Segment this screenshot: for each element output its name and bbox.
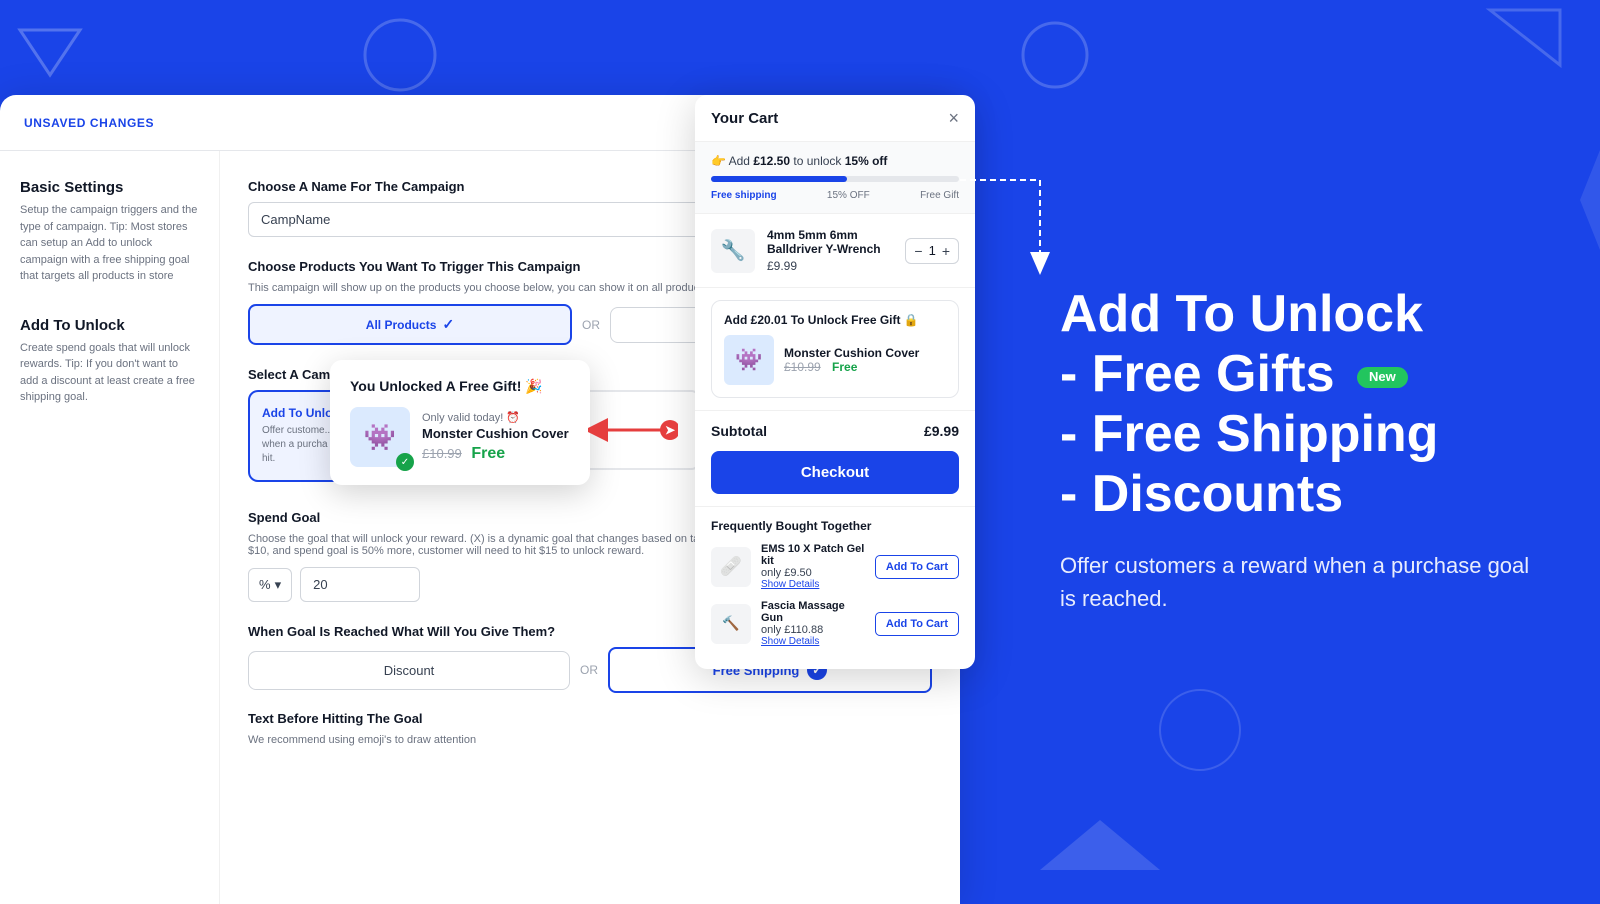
cart-item-info-0: 4mm 5mm 6mm Balldriver Y-Wrench £9.99 — [767, 228, 893, 273]
cart-title: Your Cart — [711, 110, 778, 127]
progress-section: 👉 Add £12.50 to unlock 15% off Free ship… — [695, 142, 975, 214]
progress-label-1: 15% OFF — [827, 190, 870, 201]
progress-suffix: to unlock — [793, 154, 841, 168]
title-line3: - Free Shipping — [1060, 405, 1438, 463]
cart-header: Your Cart × — [695, 95, 975, 142]
sidebar-basic-text: Setup the campaign triggers and the type… — [20, 202, 199, 285]
progress-bar-fill — [711, 176, 847, 182]
gift-popup-title: You Unlocked A Free Gift! 🎉 — [350, 378, 570, 395]
freq-img-1: 🔨 — [711, 604, 751, 644]
gift-image: 👾 — [724, 335, 774, 385]
freq-price-0: only £9.50 — [761, 567, 865, 579]
sidebar-basic-settings: Basic Settings Setup the campaign trigge… — [20, 179, 199, 285]
sidebar: Basic Settings Setup the campaign trigge… — [0, 151, 220, 904]
gift-popup-price: £10.99 Free — [422, 445, 569, 463]
gift-popup: You Unlocked A Free Gift! 🎉 👾 ✓ Only val… — [330, 360, 590, 485]
freq-img-0: 🩹 — [711, 547, 751, 587]
freq-name-0: EMS 10 X Patch Gel kit — [761, 543, 865, 567]
freq-item-0: 🩹 EMS 10 X Patch Gel kit only £9.50 Show… — [711, 543, 959, 590]
freq-add-1[interactable]: Add To Cart — [875, 612, 959, 636]
all-products-button[interactable]: All Products ✓ — [248, 304, 572, 345]
frequently-title: Frequently Bought Together — [711, 519, 959, 533]
qty-value-0: 1 — [929, 243, 936, 258]
title-line1: Add To Unlock — [1060, 285, 1423, 343]
gift-popup-item: 👾 ✓ Only valid today! ⏰ Monster Cushion … — [350, 407, 570, 467]
sidebar-unlock-text: Create spend goals that will unlock rewa… — [20, 340, 199, 406]
cart-item-price-0: £9.99 — [767, 259, 893, 273]
free-gift-banner: Add £20.01 To Unlock Free Gift 🔒 👾 Monst… — [711, 300, 959, 398]
checkout-button[interactable]: Checkout — [711, 451, 959, 494]
freq-info-1: Fascia Massage Gun only £110.88 Show Det… — [761, 600, 865, 647]
progress-labels: Free shipping 15% OFF Free Gift — [711, 190, 959, 201]
progress-bar-bg — [711, 176, 959, 182]
text-before-label: Text Before Hitting The Goal — [248, 711, 932, 726]
percent-select[interactable]: % ▾ — [248, 568, 292, 602]
discount-button[interactable]: Discount — [248, 651, 570, 690]
info-title: Add To Unlock - Free Gifts New - Free Sh… — [1060, 285, 1540, 524]
freq-show-1[interactable]: Show Details — [761, 636, 865, 647]
quantity-controls-0: − 1 + — [905, 238, 959, 264]
qty-plus-0[interactable]: + — [942, 243, 950, 259]
progress-text: 👉 Add £12.50 to unlock 15% off — [711, 154, 959, 168]
cart-item-0: 🔧 4mm 5mm 6mm Balldriver Y-Wrench £9.99 … — [695, 214, 975, 288]
freq-name-1: Fascia Massage Gun — [761, 600, 865, 624]
title-line4: - Discounts — [1060, 465, 1343, 523]
gift-popup-valid: Only valid today! ⏰ — [422, 411, 569, 424]
cart-subtotal: Subtotal £9.99 — [695, 410, 975, 451]
gift-old-price: £10.99 — [784, 360, 821, 374]
qty-minus-0[interactable]: − — [914, 243, 922, 259]
sidebar-add-to-unlock: Add To Unlock Create spend goals that wi… — [20, 317, 199, 406]
progress-label-2: Free Gift — [920, 190, 959, 201]
info-panel: Add To Unlock - Free Gifts New - Free Sh… — [980, 0, 1600, 900]
new-badge: New — [1357, 367, 1408, 388]
gift-popup-details: Only valid today! ⏰ Monster Cushion Cove… — [422, 411, 569, 463]
gift-old: £10.99 — [422, 446, 462, 461]
gift-name: Monster Cushion Cover — [784, 346, 919, 360]
gift-price: £10.99 Free — [784, 360, 919, 374]
title-line2: - Free Gifts — [1060, 345, 1335, 403]
free-gift-banner-title: Add £20.01 To Unlock Free Gift 🔒 — [724, 313, 946, 327]
subtotal-value: £9.99 — [924, 423, 959, 439]
cart-item-name-0: 4mm 5mm 6mm Balldriver Y-Wrench — [767, 228, 893, 256]
or-label-2: OR — [580, 663, 598, 677]
freq-price-1: only £110.88 — [761, 624, 865, 636]
gift-free: Free — [471, 445, 505, 462]
spend-value-input[interactable] — [300, 567, 420, 602]
all-products-label: All Products — [366, 318, 437, 332]
sidebar-basic-title: Basic Settings — [20, 179, 199, 196]
subtotal-label: Subtotal — [711, 423, 767, 439]
gift-popup-check: ✓ — [396, 453, 414, 471]
dashed-arrow — [960, 150, 1080, 280]
progress-percent: 15% off — [845, 154, 888, 168]
freq-item-1: 🔨 Fascia Massage Gun only £110.88 Show D… — [711, 600, 959, 647]
unsaved-changes-label: UNSAVED CHANGES — [24, 116, 154, 130]
check-icon: ✓ — [442, 316, 454, 333]
percent-symbol: % — [259, 577, 271, 592]
progress-amount: £12.50 — [753, 154, 790, 168]
red-arrow: ➤ — [588, 412, 678, 448]
text-before-desc: We recommend using emoji's to draw atten… — [248, 734, 932, 746]
info-subtitle: Offer customers a reward when a purchase… — [1060, 549, 1540, 615]
gift-free-label: Free — [832, 360, 857, 374]
progress-add: Add — [729, 154, 750, 168]
svg-text:➤: ➤ — [665, 423, 676, 437]
cart-panel: Your Cart × 👉 Add £12.50 to unlock 15% o… — [695, 95, 975, 669]
cart-close-button[interactable]: × — [948, 109, 959, 127]
gift-popup-image: 👾 ✓ — [350, 407, 410, 467]
free-gift-item: 👾 Monster Cushion Cover £10.99 Free — [724, 335, 946, 385]
freq-info-0: EMS 10 X Patch Gel kit only £9.50 Show D… — [761, 543, 865, 590]
or-divider: OR — [582, 318, 600, 332]
gift-popup-name: Monster Cushion Cover — [422, 426, 569, 441]
sidebar-unlock-title: Add To Unlock — [20, 317, 199, 334]
cart-item-icon-0: 🔧 — [711, 229, 755, 273]
gift-info: Monster Cushion Cover £10.99 Free — [784, 346, 919, 374]
freq-add-0[interactable]: Add To Cart — [875, 555, 959, 579]
freq-show-0[interactable]: Show Details — [761, 579, 865, 590]
chevron-down-icon: ▾ — [275, 577, 282, 593]
frequently-section: Frequently Bought Together 🩹 EMS 10 X Pa… — [695, 506, 975, 669]
progress-label-0: Free shipping — [711, 190, 777, 201]
